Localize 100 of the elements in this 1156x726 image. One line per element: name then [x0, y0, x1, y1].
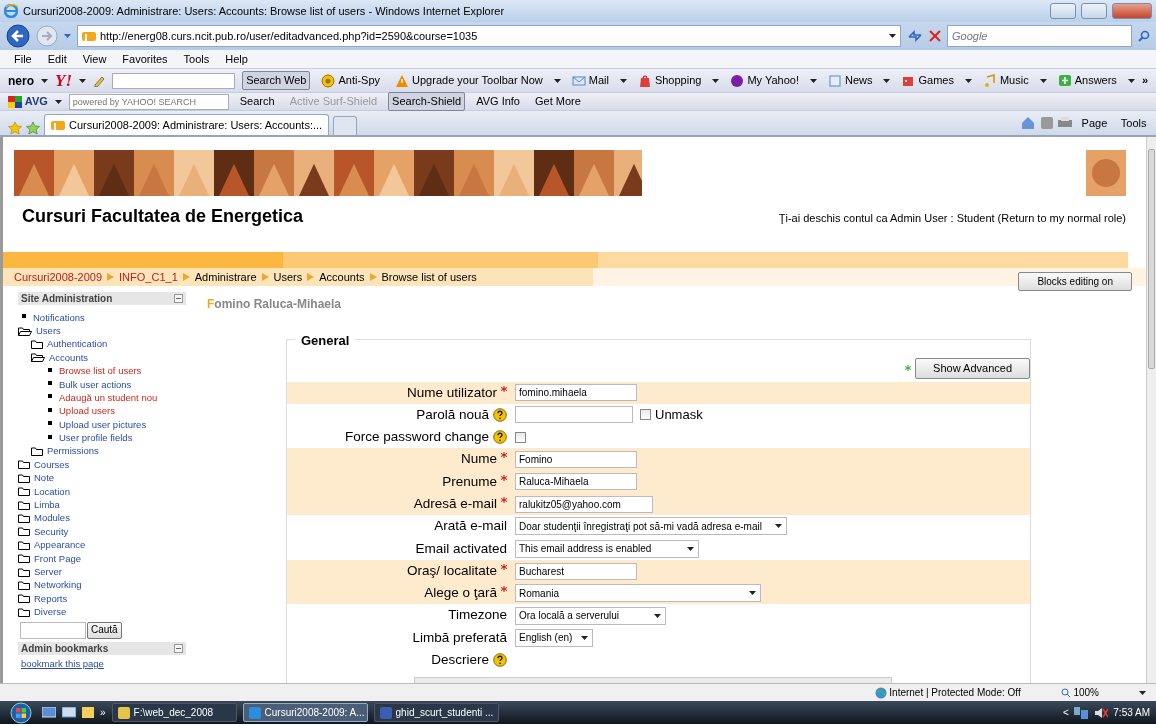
tree-item[interactable]: Notifications	[18, 311, 186, 325]
sidebar-search-button[interactable]: Caută	[87, 622, 122, 639]
window-title: Cursuri2008-2009: Administrare: Users: Accounts: Browse list of users - Windows Internet Explorer	[23, 3, 506, 19]
tree-item[interactable]: Accounts	[31, 351, 186, 365]
tray-arrow-button[interactable]: <	[1062, 705, 1069, 720]
input-field[interactable]: fomino.mihaela	[515, 384, 637, 402]
tree-item[interactable]: Modules	[18, 511, 186, 526]
taskbar-button[interactable]: ghid_scurt_studenti ...	[373, 703, 499, 722]
checkbox-label: Unmask	[655, 406, 703, 425]
dropdown[interactable]: Romania	[515, 584, 761, 603]
input-field[interactable]: Fomino	[515, 451, 637, 469]
toolbar-button[interactable]: Shopping	[633, 71, 706, 90]
menu-item[interactable]: Edit	[39, 50, 75, 68]
dropdown[interactable]: This email address is enabled	[515, 539, 700, 558]
tree-item[interactable]: Limba	[18, 498, 186, 512]
toolbar-button[interactable]: Search-Shield	[388, 92, 466, 111]
input-field[interactable]: Bucharest	[515, 562, 637, 580]
tree-item[interactable]: Bulk user actions	[44, 377, 186, 392]
toolbar-button[interactable]: Games	[897, 71, 958, 90]
address-field[interactable]: http://energ08.curs.ncit.pub.ro/user/editadvanced.php?id=2590&course=1035	[77, 25, 901, 47]
dropdown[interactable]: English (en)	[515, 628, 593, 647]
more-button[interactable]: »	[100, 705, 106, 720]
block-title: Admin bookmarks	[21, 642, 109, 656]
tree-item[interactable]: User profile fields	[44, 431, 186, 445]
user-heading: Fomino Raluca-Mihaela	[207, 296, 343, 313]
toolbar-button[interactable]: Mail	[567, 71, 613, 90]
taskbar-button[interactable]: Cursuri2008-2009: A...	[242, 703, 368, 722]
menu-item[interactable]: Tools	[175, 50, 218, 68]
clock[interactable]: 7:53 AM	[1113, 705, 1150, 720]
menu-item[interactable]: Favorites	[114, 50, 176, 68]
tree-item[interactable]: Location	[18, 485, 186, 499]
input-field[interactable]: ralukitz05@yahoo.com	[515, 495, 653, 513]
more-button[interactable]: »	[1141, 72, 1148, 89]
user-link[interactable]: Admin User	[890, 212, 948, 224]
breadcrumb-item[interactable]: Accounts	[319, 268, 365, 286]
zoom-button[interactable]: 100%	[1060, 685, 1099, 700]
breadcrumb-item[interactable]: Browse list of users	[381, 268, 477, 286]
avg-logo[interactable]: AVG	[8, 93, 48, 110]
tree-item[interactable]: Appearance	[18, 538, 186, 553]
blocks-editing-button[interactable]: Blocks editing on	[1018, 271, 1132, 291]
toolbar-button[interactable]: Music	[978, 71, 1033, 90]
breadcrumb-link[interactable]: INFO_C1_1	[119, 268, 178, 286]
tree-item[interactable]: Users	[18, 324, 186, 338]
toolbar-button[interactable]: My Yahoo!	[726, 71, 803, 90]
tree-item[interactable]: Permissions	[31, 444, 186, 459]
breadcrumb-item[interactable]: Users	[273, 268, 303, 286]
tree-item[interactable]: Adaugă un student nou	[44, 391, 186, 405]
tree-item[interactable]: Server	[18, 565, 186, 579]
toolbar-button[interactable]: News	[823, 71, 877, 90]
breadcrumb-link[interactable]: Cursuri2008-2009	[14, 268, 103, 286]
zone-indicator: Internet | Protected Mode: Off	[874, 685, 1021, 700]
field-label: Descriere	[431, 651, 489, 670]
field-label: Arată e-mail	[434, 517, 507, 536]
field-label: Parolă nouă	[416, 405, 489, 424]
field-label: Force password change	[344, 428, 489, 447]
toolbar-item[interactable]: AVG Info	[472, 92, 524, 111]
input-field[interactable]: Raluca-Mihaela	[515, 473, 637, 491]
tree-item[interactable]: Front Page	[18, 552, 186, 566]
field-label: Prenume	[442, 472, 497, 491]
field-label: Email activated	[415, 539, 507, 558]
menu-item[interactable]: Help	[217, 50, 256, 68]
role-link[interactable]: Return to my normal role	[1001, 212, 1123, 224]
toolbar-item[interactable]: Search	[235, 92, 279, 111]
field-label: Oraş/ localitate	[406, 561, 497, 580]
command-button[interactable]: Page	[1077, 113, 1112, 133]
search-field[interactable]: powered by YAHOO! SEARCH	[68, 93, 229, 110]
tree-item[interactable]: Authentication	[31, 337, 186, 352]
field-label: Nume	[461, 450, 497, 469]
search-field[interactable]: Google	[947, 25, 1132, 47]
field-label: Alege o ţară	[424, 584, 497, 603]
dropdown[interactable]: Ora locală a serverului	[515, 606, 666, 625]
search-web-button[interactable]: Search Web	[242, 71, 311, 90]
toolbar-button[interactable]: Answers	[1053, 71, 1121, 90]
field-label: Limbă preferată	[412, 628, 507, 647]
tree-item[interactable]: Upload users	[44, 404, 186, 419]
bookmark-link[interactable]: bookmark this page	[18, 655, 186, 674]
toolbar-item[interactable]: Get More	[531, 92, 585, 111]
tree-item[interactable]: Browse list of users	[44, 364, 186, 378]
toolbar-item: Active Surf-Shield	[288, 94, 379, 110]
toolbar-button[interactable]: Anti-Spy	[317, 71, 385, 90]
tree-item[interactable]: Courses	[18, 458, 186, 472]
tree-item[interactable]: Diverse	[18, 605, 186, 619]
tree-item[interactable]: Reports	[18, 592, 186, 606]
tree-item[interactable]: Upload user pictures	[44, 418, 186, 432]
site-title: Cursuri Facultatea de Energetica	[22, 206, 304, 228]
tree-item[interactable]: Note	[18, 471, 186, 486]
dropdown[interactable]: Doar studenţii înregistraţi pot să-mi vadă adresa e-mail	[515, 517, 787, 536]
field-label: Timezone	[448, 606, 507, 625]
tree-item[interactable]: Security	[18, 525, 186, 539]
show-advanced-button[interactable]: Show Advanced	[915, 358, 1030, 379]
nero-logo[interactable]: nero	[8, 71, 34, 90]
menu-item[interactable]: File	[6, 50, 40, 68]
browser-tab[interactable]: Cursuri2008-2009: Administrare: Users: Accounts:...	[44, 114, 330, 135]
tree-item[interactable]: Networking	[18, 578, 186, 593]
toolbar-button[interactable]: Upgrade your Toolbar Now	[391, 71, 547, 90]
menu-item[interactable]: View	[74, 50, 115, 68]
command-button[interactable]: Tools	[1116, 113, 1151, 133]
yahoo-logo[interactable]: Y!	[55, 67, 72, 94]
taskbar-button[interactable]: F:\web_dec_2008	[111, 703, 237, 722]
breadcrumb-item[interactable]: Administrare	[194, 268, 257, 286]
